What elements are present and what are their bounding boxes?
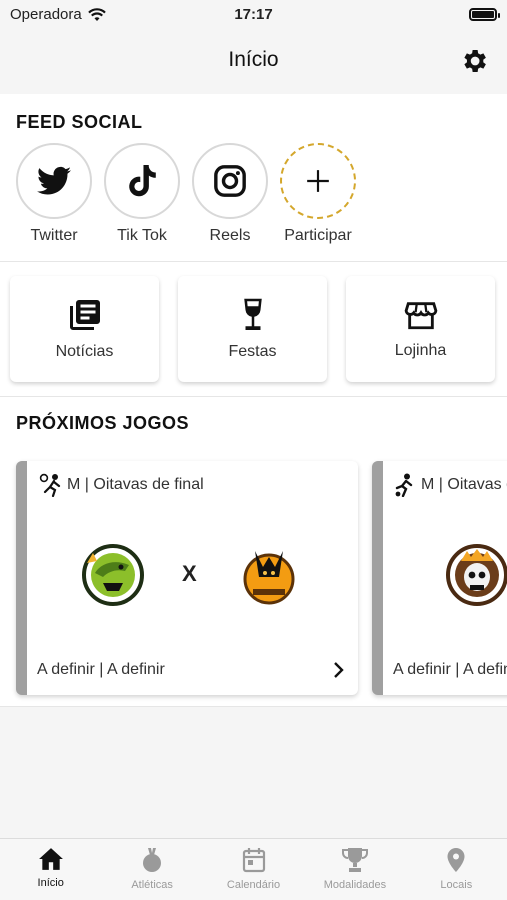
instagram-icon: [214, 165, 246, 197]
volleyball-player-icon: [39, 473, 61, 497]
wine-glass-icon: [243, 298, 262, 330]
games-carousel[interactable]: M | Oitavas de final X A definir | A def…: [16, 461, 507, 695]
tab-inicio[interactable]: Início: [0, 839, 101, 900]
feed-item-tiktok[interactable]: Tik Tok: [98, 143, 186, 245]
news-icon: [69, 300, 100, 330]
quick-link-lojinha[interactable]: Lojinha: [346, 276, 495, 382]
tab-modalidades[interactable]: Modalidades: [304, 839, 405, 900]
game-card[interactable]: M | Oitavas de final X A definir | A def: [372, 461, 507, 695]
upcoming-games-title: PRÓXIMOS JOGOS: [16, 413, 190, 433]
feed-item-label: Tik Tok: [117, 227, 167, 244]
medal-icon: [143, 848, 162, 872]
chevron-right-icon[interactable]: [332, 661, 344, 679]
tab-label: Calendário: [226, 879, 281, 891]
calendar-icon: [242, 848, 265, 873]
game-card-footer: A definir | A definir: [37, 661, 165, 678]
feed-social-section: FEED SOCIAL Twitter Tik Tok Reels Partic…: [0, 94, 507, 262]
navigation-bar: Início: [0, 30, 507, 94]
game-card-header: M | Oitavas de final: [393, 473, 507, 497]
tab-calendario[interactable]: Calendário: [203, 839, 304, 900]
quick-link-noticias[interactable]: Notícias: [10, 276, 159, 382]
tab-bar: Início Atléticas Calendário Modalidades …: [0, 838, 507, 900]
feed-item-label: Participar: [284, 227, 352, 244]
location-pin-icon: [447, 848, 465, 872]
versus-label: X: [182, 561, 197, 586]
tab-label: Locais: [440, 879, 473, 891]
feed-item-reels[interactable]: Reels: [186, 143, 274, 245]
tab-atleticas[interactable]: Atléticas: [101, 839, 202, 900]
tab-locais[interactable]: Locais: [406, 839, 507, 900]
tab-label: Início: [37, 877, 64, 889]
team-logo-jackal: [243, 551, 295, 605]
upcoming-games-section: PRÓXIMOS JOGOS M | Oitavas de final X A …: [0, 397, 507, 707]
quick-link-label: Lojinha: [394, 342, 447, 359]
quick-link-label: Notícias: [55, 343, 114, 360]
plus-icon: [307, 170, 329, 192]
game-card-header: M | Oitavas de final: [37, 473, 204, 497]
tiktok-icon: [129, 165, 156, 197]
game-card-header-text: M | Oitavas de final: [421, 476, 507, 493]
quick-link-festas[interactable]: Festas: [178, 276, 327, 382]
team-logo-gator: [82, 544, 144, 606]
main-content: FEED SOCIAL Twitter Tik Tok Reels Partic…: [0, 94, 507, 838]
soccer-player-icon: [395, 473, 413, 497]
twitter-icon: [37, 166, 71, 195]
feed-social-title: FEED SOCIAL: [16, 112, 143, 132]
trophy-icon: [341, 848, 368, 872]
team-logo-skull: [446, 544, 507, 606]
game-card-footer: A definir | A definir: [393, 661, 507, 678]
feed-item-label: Reels: [209, 227, 251, 244]
store-icon: [404, 302, 437, 330]
game-card[interactable]: M | Oitavas de final X A definir | A def…: [16, 461, 358, 695]
status-time: 17:17: [234, 6, 273, 23]
feed-item-participar[interactable]: Participar: [274, 143, 362, 245]
page-title: Início: [228, 48, 279, 71]
tab-label: Modalidades: [323, 879, 387, 891]
home-icon: [38, 848, 63, 870]
feed-item-twitter[interactable]: Twitter: [10, 143, 98, 245]
game-teams: X: [383, 539, 507, 619]
game-card-header-text: M | Oitavas de final: [67, 476, 204, 493]
feed-item-label: Twitter: [30, 227, 78, 244]
battery-icon: [469, 8, 500, 21]
game-teams: X: [27, 539, 358, 619]
quick-links-section: Notícias Festas Lojinha: [0, 262, 507, 397]
status-bar: Operadora 17:17: [0, 0, 507, 30]
gear-icon[interactable]: [459, 46, 489, 76]
tab-label: Atléticas: [131, 879, 173, 891]
quick-link-label: Festas: [228, 343, 277, 360]
